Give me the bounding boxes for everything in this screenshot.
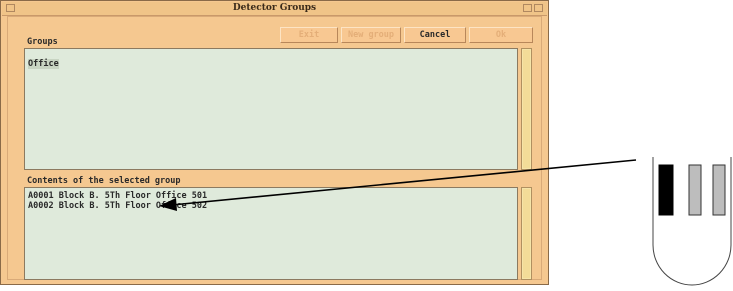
- list-item[interactable]: A0001 Block B. 5Th Floor Office 501: [28, 191, 517, 201]
- window-title: Detector Groups: [232, 3, 317, 13]
- detector-groups-window: Detector Groups Groups Exit New group Ca…: [0, 0, 549, 285]
- ok-button[interactable]: Ok: [469, 27, 533, 43]
- contents-label: Contents of the selected group: [27, 176, 181, 186]
- groups-label: Groups: [27, 37, 58, 47]
- group-item-office[interactable]: Office: [28, 59, 59, 69]
- cancel-button[interactable]: Cancel: [404, 27, 466, 43]
- minimize-icon[interactable]: [523, 4, 532, 12]
- list-item[interactable]: A0002 Block B. 5Th Floor Office 502: [28, 201, 517, 211]
- new-group-button[interactable]: New group: [341, 27, 401, 43]
- contents-scrollbar[interactable]: [521, 187, 532, 280]
- contents-scroll-thumb[interactable]: [523, 189, 530, 278]
- groups-list[interactable]: Office: [24, 48, 518, 170]
- detector-device-icon: [652, 157, 732, 286]
- title-bar[interactable]: Detector Groups: [2, 2, 547, 16]
- maximize-icon[interactable]: [534, 4, 543, 12]
- groups-scrollbar[interactable]: [521, 48, 532, 170]
- groups-scroll-thumb[interactable]: [523, 50, 530, 168]
- exit-button[interactable]: Exit: [280, 27, 338, 43]
- contents-list[interactable]: A0001 Block B. 5Th Floor Office 501 A000…: [24, 187, 518, 280]
